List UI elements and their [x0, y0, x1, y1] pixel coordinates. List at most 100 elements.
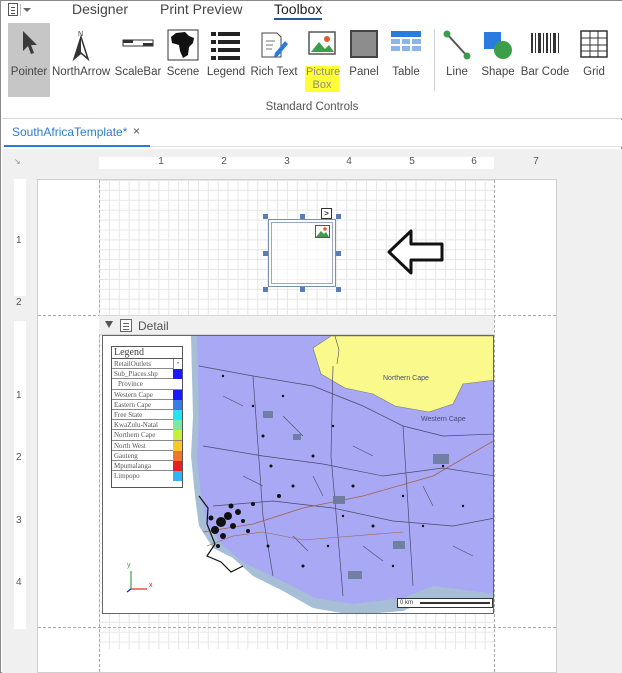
legend-swatch — [173, 471, 182, 482]
band-title: Detail — [138, 319, 169, 333]
ruler-v-label: 1 — [16, 235, 22, 246]
north-arrow-icon: N — [72, 31, 90, 61]
tool-pointer[interactable]: Pointer — [8, 23, 50, 97]
map-legend[interactable]: Legend RetailOutlets • Sub_Places.shp Pro… — [111, 346, 183, 488]
document-tab-title: SouthAfricaTemplate* — [12, 125, 128, 139]
detail-band-header[interactable]: Detail — [99, 315, 494, 335]
legend-title: Legend — [112, 347, 182, 359]
tab-toolbox[interactable]: Toolbox — [274, 1, 323, 20]
legend-row: Northern Cape — [112, 430, 182, 441]
legend-icon — [211, 32, 240, 60]
map-scene-control[interactable]: Northern Cape Western Cape Legend Retail… — [102, 335, 494, 614]
tool-line-label: Line — [446, 66, 468, 78]
ruler-v-label: 1 — [16, 390, 22, 401]
legend-row: Free State — [112, 409, 182, 421]
region-label: Northern Cape — [383, 375, 429, 382]
top-tab-bar: Designer Print Preview Toolbox — [2, 1, 622, 21]
legend-row-label: Limpopo — [114, 472, 140, 481]
tool-scene-label: Scene — [166, 66, 200, 78]
map-scale-bar[interactable]: 0 km — [397, 598, 493, 608]
resize-handle[interactable] — [300, 214, 305, 219]
resize-handle[interactable] — [336, 251, 341, 256]
tool-scale-bar-label: ScaleBar — [114, 66, 162, 78]
legend-row-label: Sub_Places.shp — [114, 370, 158, 379]
tool-table[interactable]: Table — [386, 23, 426, 97]
legend-row-label: Province — [118, 380, 143, 389]
tool-scene[interactable]: Scene — [164, 23, 202, 97]
legend-row: Eastern Cape — [112, 399, 182, 410]
collapse-icon[interactable] — [105, 321, 113, 328]
line-icon — [443, 30, 471, 60]
resize-handle[interactable] — [263, 214, 268, 219]
design-surface: ↘ 1 2 3 4 5 6 7 1 2 1 2 3 4 > Detail Nor… — [2, 149, 622, 673]
tool-line[interactable]: Line — [440, 23, 474, 97]
tool-grid-label: Grid — [583, 66, 605, 78]
ruler-v-label: 2 — [16, 297, 22, 308]
vertical-ruler: 1 2 1 2 3 4 — [14, 179, 26, 673]
tool-bar-code-label: Bar Code — [520, 66, 570, 78]
report-page: > Detail Northern Cape Western Cape Lege… — [37, 179, 557, 673]
band-icon — [120, 319, 132, 332]
tab-designer[interactable]: Designer — [72, 1, 128, 17]
axis-x-label: x — [149, 582, 153, 589]
tool-panel[interactable]: Panel — [345, 23, 383, 97]
ruler-h-label: 6 — [471, 156, 477, 167]
tool-bar-code[interactable]: Bar Code — [520, 23, 570, 97]
ribbon-toolbox: Pointer N NorthArrow ScaleBar Scene Lege… — [2, 21, 622, 119]
legend-row-label: Western Cape — [114, 390, 153, 399]
legend-swatch — [173, 399, 182, 410]
legend-row-label: North West — [114, 441, 146, 450]
legend-swatch — [173, 369, 182, 380]
tool-scale-bar[interactable]: ScaleBar — [114, 23, 162, 97]
resize-handle[interactable] — [263, 287, 268, 292]
scale-bar-line — [420, 602, 490, 604]
resize-handle[interactable] — [300, 287, 305, 292]
tool-rich-text[interactable]: Rich Text — [249, 23, 299, 97]
legend-row: Limpopo — [112, 471, 182, 482]
ruler-v-label: 4 — [16, 577, 22, 588]
tool-shape[interactable]: Shape — [480, 23, 516, 97]
barcode-icon — [531, 33, 559, 53]
tool-grid[interactable]: Grid — [576, 23, 612, 97]
horizontal-ruler: 1 2 3 4 5 6 7 — [38, 156, 552, 169]
close-tab-icon[interactable]: × — [133, 124, 140, 138]
picture-box-control[interactable] — [268, 219, 336, 287]
tool-legend-label: Legend — [206, 66, 246, 78]
document-tab-bar: SouthAfricaTemplate* × — [2, 120, 622, 147]
legend-swatch — [173, 460, 182, 471]
app-menu-button[interactable] — [6, 2, 42, 18]
legend-row-label: KwaZulu-Natal — [114, 421, 158, 430]
shape-icon — [484, 32, 512, 59]
resize-handle[interactable] — [336, 287, 341, 292]
legend-row-label: Northern Cape — [114, 431, 156, 440]
picture-icon — [315, 225, 330, 238]
tool-shape-label: Shape — [481, 66, 515, 78]
tab-print-preview[interactable]: Print Preview — [160, 1, 242, 17]
legend-swatch — [173, 409, 182, 420]
ribbon-separator — [434, 29, 435, 91]
legend-row: RetailOutlets • — [112, 359, 182, 370]
smart-tag-icon[interactable]: > — [321, 208, 332, 219]
ruler-v-label: 3 — [16, 515, 22, 526]
resize-handle[interactable] — [263, 251, 268, 256]
ruler-h-label: 2 — [221, 156, 227, 167]
margin-line-left — [99, 180, 100, 672]
tool-picture-box[interactable]: Picture Box — [302, 23, 342, 97]
margin-line-right — [494, 180, 495, 672]
scale-bar-label: 0 km — [400, 600, 414, 606]
legend-swatch — [173, 389, 182, 400]
ruler-corner-icon[interactable]: ↘ — [14, 157, 21, 166]
document-tab[interactable]: SouthAfricaTemplate* × — [4, 120, 150, 147]
legend-row: Province — [112, 379, 182, 390]
tool-legend[interactable]: Legend — [205, 23, 247, 97]
legend-row-label: RetailOutlets — [114, 360, 151, 368]
legend-row: KwaZulu-Natal — [112, 420, 182, 431]
picture-icon — [308, 31, 336, 55]
resize-handle[interactable] — [336, 214, 341, 219]
tool-north-arrow[interactable]: N NorthArrow — [52, 23, 110, 97]
panel-icon — [350, 30, 378, 58]
tool-rich-text-label: Rich Text — [250, 66, 298, 78]
axis-y-label: y — [127, 562, 131, 569]
legend-row: Gauteng — [112, 450, 182, 461]
region-label: Western Cape — [421, 416, 466, 423]
